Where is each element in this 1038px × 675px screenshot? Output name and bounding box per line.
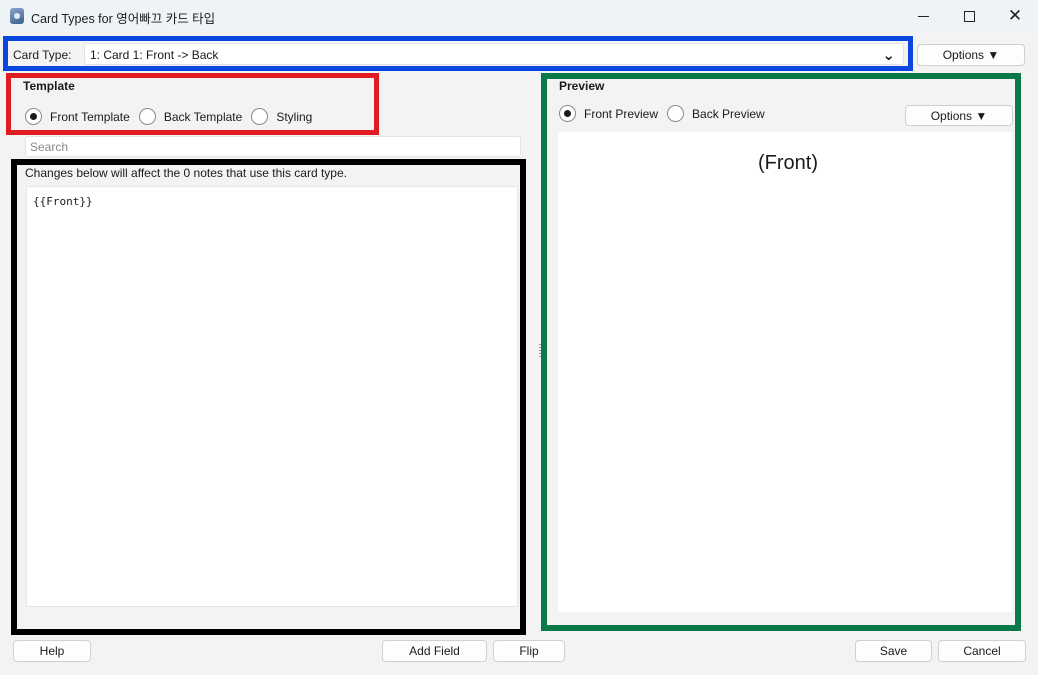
template-radio-group: Front Template Back Template Styling bbox=[25, 108, 321, 125]
back-preview-label[interactable]: Back Preview bbox=[692, 107, 765, 121]
save-button[interactable]: Save bbox=[855, 640, 932, 662]
card-type-value: 1: Card 1: Front -> Back bbox=[90, 48, 219, 62]
minimize-button[interactable] bbox=[900, 0, 946, 32]
close-icon: ✕ bbox=[1007, 5, 1023, 26]
front-template-radio[interactable] bbox=[25, 108, 42, 125]
template-editor[interactable]: {{Front}} bbox=[26, 186, 518, 607]
preview-rendered-text: (Front) bbox=[758, 152, 818, 174]
preview-heading: Preview bbox=[559, 79, 605, 93]
preview-options-button[interactable]: Options ▼ bbox=[905, 105, 1013, 126]
minimize-icon bbox=[917, 15, 929, 17]
card-type-dropdown[interactable]: 1: Card 1: Front -> Back ⌄ bbox=[84, 43, 904, 65]
back-template-radio[interactable] bbox=[138, 108, 156, 125]
preview-pane: (Front) bbox=[558, 132, 1012, 612]
chevron-down-icon: ⌄ bbox=[882, 47, 895, 64]
close-button[interactable]: ✕ bbox=[992, 0, 1038, 32]
window-title: Card Types for 영어빠끄 카드 타입 bbox=[31, 12, 216, 26]
template-editor-content: {{Front}} bbox=[33, 195, 93, 208]
styling-radio[interactable] bbox=[251, 108, 269, 125]
front-preview-label[interactable]: Front Preview bbox=[584, 107, 658, 121]
template-heading: Template bbox=[23, 79, 75, 93]
help-button[interactable]: Help bbox=[13, 640, 91, 662]
back-template-label[interactable]: Back Template bbox=[164, 110, 243, 124]
flip-button[interactable]: Flip bbox=[493, 640, 565, 662]
styling-label[interactable]: Styling bbox=[276, 110, 312, 124]
affected-notes-notice: Changes below will affect the 0 notes th… bbox=[25, 166, 347, 180]
add-field-button[interactable]: Add Field bbox=[382, 640, 487, 662]
preview-radio-group: Front Preview Back Preview bbox=[559, 105, 774, 122]
maximize-icon bbox=[963, 10, 975, 22]
front-template-label[interactable]: Front Template bbox=[50, 110, 130, 124]
cancel-button[interactable]: Cancel bbox=[938, 640, 1026, 662]
maximize-button[interactable] bbox=[946, 0, 992, 32]
card-type-options-button[interactable]: Options ▼ bbox=[917, 44, 1025, 66]
card-type-label: Card Type: bbox=[13, 48, 72, 62]
back-preview-radio[interactable] bbox=[667, 105, 685, 122]
app-icon bbox=[10, 8, 24, 24]
front-preview-radio[interactable] bbox=[559, 105, 576, 122]
search-input[interactable] bbox=[25, 136, 521, 157]
splitter-handle[interactable] bbox=[539, 344, 542, 358]
